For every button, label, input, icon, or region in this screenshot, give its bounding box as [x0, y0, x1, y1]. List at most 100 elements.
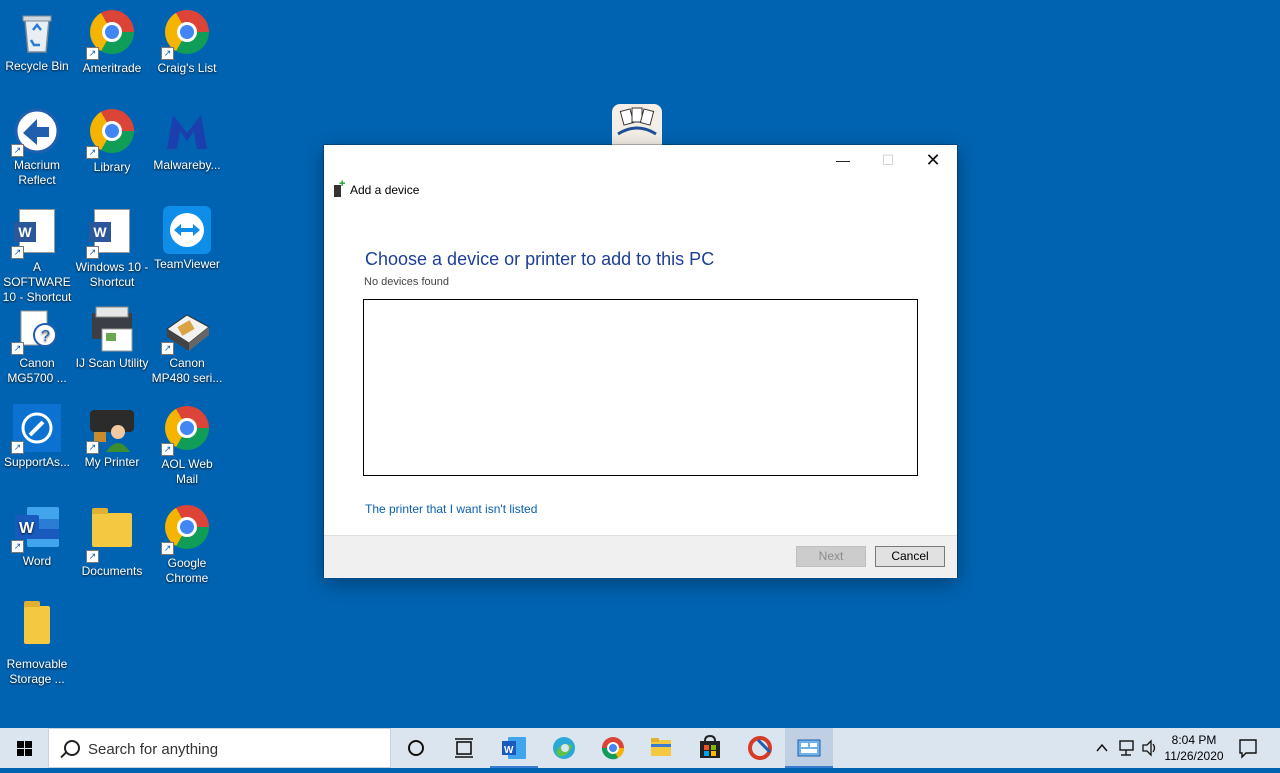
desktop-icon-word[interactable]: W ↗ Word — [0, 503, 74, 569]
shortcut-arrow-icon: ↗ — [161, 542, 174, 555]
taskbar-ccleaner-button[interactable] — [736, 728, 784, 768]
desktop-icon-a-software[interactable]: W ↗ A SOFTWARE 10 - Shortcut — [0, 206, 74, 305]
desktop-icon-label: SupportAs... — [3, 455, 71, 469]
shortcut-arrow-icon: ↗ — [86, 441, 99, 454]
task-view-button[interactable] — [440, 728, 488, 768]
shortcut-arrow-icon: ↗ — [11, 342, 24, 355]
recycle-bin-icon — [13, 15, 61, 59]
notification-icon — [1239, 739, 1257, 759]
network-icon — [1119, 740, 1134, 756]
desktop-icon-label: Craig's List — [157, 61, 217, 75]
desktop-icon-macrium-reflect[interactable]: ↗ Macrium Reflect — [0, 107, 74, 188]
desktop-icon-label: Canon MG5700 ... — [7, 356, 67, 385]
desktop-icon-documents[interactable]: ↗ Documents — [75, 503, 149, 579]
network-tray-button[interactable] — [1116, 728, 1138, 768]
task-view-icon — [455, 738, 473, 758]
edge-icon — [553, 737, 575, 759]
ccleaner-icon — [748, 736, 772, 760]
desktop-icon-teamviewer[interactable]: TeamViewer — [150, 206, 224, 272]
shortcut-arrow-icon: ↗ — [86, 47, 99, 60]
svg-text:?: ? — [41, 328, 50, 345]
word-icon: W — [502, 737, 526, 759]
desktop-icon-ij-scan[interactable]: IJ Scan Utility — [75, 305, 149, 371]
shortcut-arrow-icon: ↗ — [161, 342, 174, 355]
shortcut-arrow-icon: ↗ — [11, 246, 24, 259]
desktop-icon-label: Canon MP480 seri... — [151, 356, 223, 385]
desktop-icon-label: AOL Web Mail — [161, 457, 213, 486]
cancel-button[interactable]: Cancel — [875, 546, 945, 567]
folder-icon — [24, 601, 50, 644]
taskbar-search-box[interactable]: Search for anything — [48, 728, 391, 768]
shortcut-arrow-icon: ↗ — [11, 144, 24, 157]
desktop-icon-label: A SOFTWARE 10 - Shortcut — [2, 260, 72, 304]
desktop-icon-label: Google Chrome — [165, 556, 209, 585]
desktop-icon-label: Word — [22, 554, 52, 568]
search-icon — [64, 740, 80, 756]
svg-text:W: W — [504, 745, 514, 756]
shortcut-arrow-icon: ↗ — [86, 146, 99, 159]
desktop-icon-aol-web-mail[interactable]: ↗ AOL Web Mail — [150, 404, 224, 487]
desktop-icon-label: Windows 10 - Shortcut — [75, 260, 149, 289]
add-device-dialog: — ☐ ✕ Add a device Choose a device or pr… — [324, 145, 957, 578]
chrome-icon — [601, 737, 625, 760]
desktop-icon-malwarebytes[interactable]: Malwareby... — [150, 107, 224, 173]
scanner-icon — [88, 306, 136, 356]
desktop-icon-canon-mp480[interactable]: ↗ Canon MP480 seri... — [150, 305, 224, 386]
word-doc-icon: W — [89, 209, 130, 253]
printer-not-listed-link[interactable]: The printer that I want isn't listed — [365, 502, 537, 516]
next-button: Next — [796, 546, 866, 567]
shortcut-arrow-icon: ↗ — [161, 47, 174, 60]
device-list[interactable] — [363, 299, 918, 476]
shortcut-arrow-icon: ↗ — [161, 443, 174, 456]
windows-logo-icon — [17, 741, 32, 756]
desktop-icon-label: Removable Storage ... — [6, 657, 68, 686]
shortcut-arrow-icon: ↗ — [11, 441, 24, 454]
desktop-icon-label: IJ Scan Utility — [75, 356, 149, 370]
taskbar-word-button[interactable]: W — [490, 728, 538, 768]
device-status-text: No devices found — [364, 276, 449, 288]
desktop-icon-library[interactable]: ↗ Library — [75, 107, 149, 175]
desktop-icon-recycle-bin[interactable]: Recycle Bin — [0, 8, 74, 74]
desktop-icon-label: Documents — [81, 564, 143, 578]
shortcut-arrow-icon: ↗ — [86, 550, 99, 563]
desktop-icon-supportassist[interactable]: ↗ SupportAs... — [0, 404, 74, 470]
taskbar-store-button[interactable] — [686, 728, 734, 768]
clock-time: 8:04 PM — [1171, 733, 1217, 747]
dialog-title: Add a device — [334, 178, 420, 197]
background-app-logo — [612, 104, 662, 148]
minimize-icon: — — [836, 152, 850, 168]
taskbar-edge-button[interactable] — [540, 728, 588, 768]
taskbar-clock[interactable]: 8:04 PM 11/26/2020 — [1158, 732, 1230, 764]
taskbar-chrome-button[interactable] — [589, 728, 637, 768]
taskbar-control-panel-button[interactable] — [785, 728, 833, 768]
taskbar-file-explorer-button[interactable] — [637, 728, 685, 768]
control-panel-icon — [797, 739, 821, 757]
desktop-icon-canon-mg5700[interactable]: ? ↗ Canon MG5700 ... — [0, 305, 74, 386]
file-explorer-icon — [651, 738, 671, 756]
shortcut-arrow-icon: ↗ — [86, 246, 99, 259]
close-button[interactable]: ✕ — [910, 145, 956, 175]
chevron-up-icon — [1096, 743, 1108, 752]
desktop-icon-removable-storage[interactable]: Removable Storage ... — [0, 601, 74, 687]
search-placeholder: Search for anything — [88, 741, 219, 758]
cortana-button[interactable] — [392, 728, 440, 768]
dialog-titlebar[interactable]: — ☐ ✕ — [324, 145, 957, 175]
desktop-icon-windows-10[interactable]: W ↗ Windows 10 - Shortcut — [75, 206, 149, 290]
close-icon: ✕ — [925, 150, 941, 170]
desktop-icon-my-printer[interactable]: ↗ My Printer — [75, 404, 149, 470]
desktop-icon-ameritrade[interactable]: ↗ Ameritrade — [75, 8, 149, 76]
malwarebytes-icon — [163, 115, 211, 158]
start-button[interactable] — [0, 728, 48, 768]
desktop-icon-label: Library — [93, 160, 131, 174]
dialog-title-text: Add a device — [350, 183, 420, 197]
add-device-icon — [334, 178, 345, 197]
show-hidden-icons[interactable] — [1092, 728, 1112, 768]
desktop-icon-google-chrome[interactable]: ↗ Google Chrome — [150, 503, 224, 586]
desktop-icon-craigs-list[interactable]: ↗ Craig's List — [150, 8, 224, 76]
dialog-heading: Choose a device or printer to add to thi… — [365, 249, 715, 269]
desktop-icon-label: Recycle Bin — [5, 59, 69, 73]
volume-tray-button[interactable] — [1140, 728, 1160, 768]
action-center-button[interactable] — [1234, 728, 1262, 768]
minimize-button[interactable]: — — [820, 145, 866, 175]
desktop-icon-label: Ameritrade — [82, 61, 142, 75]
